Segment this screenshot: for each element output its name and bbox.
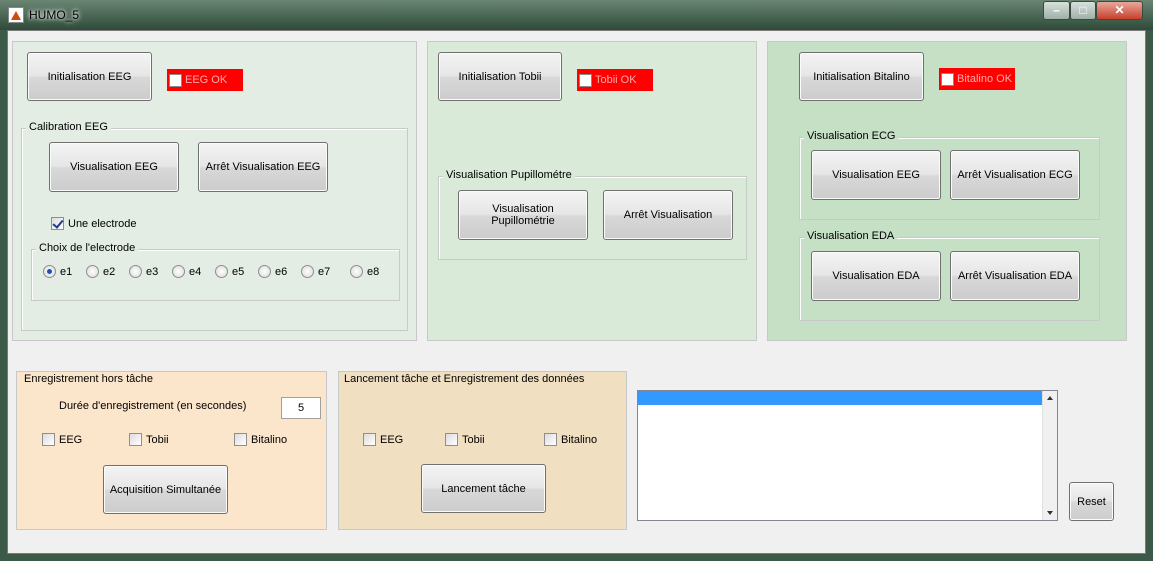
rec-bitalino-box[interactable]: [234, 433, 247, 446]
log-listbox[interactable]: [637, 390, 1058, 521]
single-electrode-checkbox[interactable]: Une electrode: [51, 217, 137, 230]
launch-eeg-checkbox[interactable]: EEG: [363, 433, 403, 446]
radio-e3-dot[interactable]: [129, 265, 142, 278]
radio-e8-dot[interactable]: [350, 265, 363, 278]
stop-visualisation-eda-button[interactable]: Arrêt Visualisation EDA: [950, 251, 1080, 301]
eeg-panel: Initialisation EEG EEG OK Calibration EE…: [12, 41, 417, 341]
bitalino-status-checkbox[interactable]: [941, 72, 954, 86]
electrode-choice-title: Choix de l'electrode: [36, 242, 139, 254]
window-titlebar[interactable]: HUMO_5 – □ ✕: [0, 0, 1153, 30]
rec-eeg-box[interactable]: [42, 433, 55, 446]
radio-e2-dot[interactable]: [86, 265, 99, 278]
rec-tobii-box[interactable]: [129, 433, 142, 446]
radio-e4-label: e4: [189, 265, 202, 278]
ecg-group-title: Visualisation ECG: [804, 130, 899, 142]
tobii-status-indicator: Tobii OK: [577, 69, 653, 91]
stop-visualisation-pupil-button[interactable]: Arrêt Visualisation: [603, 190, 733, 240]
radio-e8[interactable]: e8: [350, 265, 379, 278]
radio-e4-dot[interactable]: [172, 265, 185, 278]
electrode-choice-group: Choix de l'electrode e1 e2 e3 e4 e5 e6 e…: [31, 242, 400, 301]
visualisation-ecg-eeg-button[interactable]: Visualisation EEG: [811, 150, 941, 200]
lancement-tache-button[interactable]: Lancement tâche: [421, 464, 546, 513]
minimize-button[interactable]: –: [1043, 1, 1070, 20]
radio-e1[interactable]: e1: [43, 265, 72, 278]
matlab-app-icon: [8, 7, 24, 23]
radio-e3-label: e3: [146, 265, 159, 278]
calibration-eeg-title: Calibration EEG: [26, 121, 111, 133]
pupillometer-group: Visualisation Pupillométre Visualisation…: [438, 169, 747, 260]
radio-e6[interactable]: e6: [258, 265, 287, 278]
bitalino-panel: Initialisation Bitalino Bitalino OK Visu…: [767, 41, 1127, 341]
maximize-button[interactable]: □: [1070, 1, 1096, 20]
single-electrode-check-box[interactable]: [51, 217, 64, 230]
radio-e5[interactable]: e5: [215, 265, 244, 278]
radio-e6-label: e6: [275, 265, 288, 278]
visualisation-eeg-button[interactable]: Visualisation EEG: [49, 142, 179, 192]
radio-e7-label: e7: [318, 265, 331, 278]
rec-eeg-label: EEG: [59, 433, 83, 446]
launch-title: Lancement tâche et Enregistrement des do…: [341, 373, 588, 385]
eeg-status-label: EEG OK: [185, 74, 228, 86]
radio-e1-label: e1: [60, 265, 73, 278]
radio-e5-dot[interactable]: [215, 265, 228, 278]
radio-e7[interactable]: e7: [301, 265, 330, 278]
init-tobii-button[interactable]: Initialisation Tobii: [438, 52, 562, 101]
radio-e7-dot[interactable]: [301, 265, 314, 278]
ecg-group: Visualisation ECG Visualisation EEG Arrê…: [799, 130, 1100, 220]
scroll-down-arrow-icon[interactable]: [1047, 511, 1053, 515]
radio-e2[interactable]: e2: [86, 265, 115, 278]
stop-visualisation-eeg-button[interactable]: Arrêt Visualisation EEG: [198, 142, 328, 192]
radio-e1-dot[interactable]: [43, 265, 56, 278]
log-scrollbar[interactable]: [1042, 391, 1057, 520]
launch-tobii-box[interactable]: [445, 433, 458, 446]
launch-bitalino-label: Bitalino: [561, 433, 598, 446]
reset-button[interactable]: Reset: [1069, 482, 1114, 521]
close-button[interactable]: ✕: [1096, 1, 1143, 20]
rec-eeg-checkbox[interactable]: EEG: [42, 433, 82, 446]
init-eeg-button[interactable]: Initialisation EEG: [27, 52, 152, 101]
rec-tobii-label: Tobii: [146, 433, 169, 446]
eeg-status-checkbox[interactable]: [169, 73, 182, 87]
tobii-status-label: Tobii OK: [595, 74, 637, 86]
init-bitalino-button[interactable]: Initialisation Bitalino: [799, 52, 924, 101]
eda-group-title: Visualisation EDA: [804, 230, 898, 242]
launch-bitalino-box[interactable]: [544, 433, 557, 446]
recording-panel: Enregistrement hors tâche Durée d'enregi…: [16, 371, 327, 530]
visualisation-pupillometrie-button[interactable]: Visualisation Pupillométrie: [458, 190, 588, 240]
duration-label: Durée d'enregistrement (en secondes): [59, 400, 247, 412]
window-title: HUMO_5: [29, 8, 80, 22]
launch-tobii-checkbox[interactable]: Tobii: [445, 433, 485, 446]
scroll-up-arrow-icon[interactable]: [1047, 396, 1053, 400]
single-electrode-label: Une electrode: [68, 217, 137, 230]
rec-tobii-checkbox[interactable]: Tobii: [129, 433, 169, 446]
bitalino-status-indicator: Bitalino OK: [939, 68, 1015, 90]
radio-e4[interactable]: e4: [172, 265, 201, 278]
launch-tobii-label: Tobii: [462, 433, 485, 446]
radio-e6-dot[interactable]: [258, 265, 271, 278]
rec-bitalino-label: Bitalino: [251, 433, 288, 446]
radio-e3[interactable]: e3: [129, 265, 158, 278]
eda-group: Visualisation EDA Visualisation EDA Arrê…: [799, 230, 1100, 321]
rec-bitalino-checkbox[interactable]: Bitalino: [234, 433, 287, 446]
radio-e5-label: e5: [232, 265, 245, 278]
pupillometer-title: Visualisation Pupillométre: [443, 169, 575, 181]
launch-panel: Lancement tâche et Enregistrement des do…: [338, 371, 627, 530]
eeg-status-indicator: EEG OK: [167, 69, 243, 91]
radio-e2-label: e2: [103, 265, 116, 278]
calibration-eeg-group: Calibration EEG Visualisation EEG Arrêt …: [21, 121, 408, 331]
duration-input[interactable]: 5: [281, 397, 321, 419]
radio-e8-label: e8: [367, 265, 380, 278]
stop-visualisation-ecg-button[interactable]: Arrêt Visualisation ECG: [950, 150, 1080, 200]
tobii-panel: Initialisation Tobii Tobii OK Visualisat…: [427, 41, 757, 341]
acquisition-simultanee-button[interactable]: Acquisition Simultanée: [103, 465, 228, 514]
visualisation-eda-button[interactable]: Visualisation EDA: [811, 251, 941, 301]
launch-eeg-box[interactable]: [363, 433, 376, 446]
bitalino-status-label: Bitalino OK: [957, 73, 1013, 85]
launch-eeg-label: EEG: [380, 433, 404, 446]
log-selected-item[interactable]: [638, 391, 1043, 405]
launch-bitalino-checkbox[interactable]: Bitalino: [544, 433, 597, 446]
recording-title: Enregistrement hors tâche: [21, 373, 157, 385]
tobii-status-checkbox[interactable]: [579, 73, 592, 87]
